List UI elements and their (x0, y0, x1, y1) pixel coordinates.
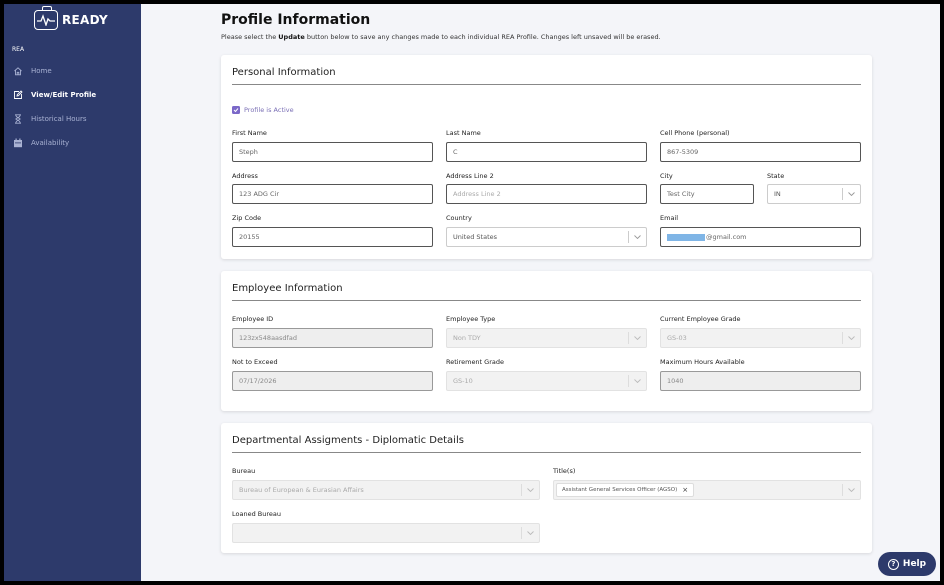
zip-code-field[interactable]: 20155 (232, 227, 433, 247)
bureau-select[interactable]: Bureau of European & Eurasian Affairs (232, 480, 540, 500)
question-icon: ? (887, 558, 899, 570)
email-label: Email (660, 214, 679, 222)
departmental-assignments-card: Departmental Assigments - Diplomatic Det… (221, 423, 872, 553)
sidebar: READY REA Home View/Edit Profile Histori… (4, 4, 141, 581)
redacted-text (667, 233, 705, 241)
app-window: READY REA Home View/Edit Profile Histori… (4, 4, 940, 581)
retirement-grade-value: GS-10 (453, 377, 473, 385)
card-title: Departmental Assigments - Diplomatic Det… (232, 435, 464, 446)
title-chip-label: Assistant General Services Officer (AGSO… (562, 487, 678, 493)
max-hours-label: Maximum Hours Available (660, 358, 745, 366)
country-label: Country (446, 214, 472, 222)
sidebar-item-label: Historical Hours (31, 115, 87, 123)
chevron-down-icon (628, 375, 646, 387)
sidebar-section-label: REA (12, 46, 25, 53)
not-to-exceed-label: Not to Exceed (232, 358, 278, 366)
card-title: Employee Information (232, 283, 343, 294)
retirement-grade-select[interactable]: GS-10 (446, 371, 647, 391)
state-select[interactable]: IN (767, 184, 861, 204)
employee-type-value: Non TDY (453, 334, 481, 342)
sidebar-item-historical-hours[interactable]: Historical Hours (13, 112, 87, 126)
chevron-down-icon (521, 527, 539, 539)
chevron-down-icon (842, 484, 860, 496)
title-chip: Assistant General Services Officer (AGSO… (556, 483, 695, 497)
hourglass-icon (13, 114, 23, 124)
sidebar-item-view-edit-profile[interactable]: View/Edit Profile (13, 88, 96, 102)
chevron-down-icon (521, 484, 539, 496)
profile-active-label: Profile is Active (244, 106, 294, 114)
sidebar-item-label: View/Edit Profile (31, 91, 97, 99)
profile-active-checkbox[interactable]: Profile is Active (232, 106, 294, 114)
current-grade-select[interactable]: GS-03 (660, 328, 861, 348)
first-name-field[interactable]: Steph (232, 142, 433, 162)
employee-id-label: Employee ID (232, 315, 274, 323)
address-line-2-field[interactable]: Address Line 2 (446, 184, 647, 204)
chevron-down-icon (628, 332, 646, 344)
app-logo[interactable]: READY (34, 6, 109, 31)
loaned-bureau-select[interactable] (232, 523, 540, 543)
divider (232, 300, 861, 301)
employee-id-field[interactable]: 123zx548aasdfad (232, 328, 433, 348)
state-label: State (767, 172, 785, 180)
bureau-label: Bureau (232, 467, 256, 475)
titles-multiselect[interactable]: Assistant General Services Officer (AGSO… (553, 480, 861, 500)
remove-chip-icon[interactable]: × (682, 486, 688, 494)
employee-type-label: Employee Type (446, 315, 496, 323)
chevron-down-icon (628, 231, 646, 243)
divider (232, 84, 861, 85)
city-label: City (660, 172, 673, 180)
app-name: READY (62, 13, 109, 27)
page-title: Profile Information (221, 12, 371, 28)
first-name-label: First Name (232, 129, 267, 137)
address-label: Address (232, 172, 258, 180)
last-name-label: Last Name (446, 129, 481, 137)
zip-code-label: Zip Code (232, 214, 262, 222)
address-line-2-label: Address Line 2 (446, 172, 494, 180)
edit-icon (13, 90, 23, 100)
employee-information-card: Employee Information Employee ID 123zx54… (221, 271, 872, 411)
bureau-value: Bureau of European & Eurasian Affairs (239, 486, 364, 494)
card-title: Personal Information (232, 67, 336, 78)
divider (232, 452, 861, 453)
chevron-down-icon (842, 188, 860, 200)
email-field[interactable]: @gmail.com (660, 227, 861, 247)
main-content: Profile Information Please select the Up… (141, 4, 940, 581)
sidebar-item-label: Home (31, 67, 52, 75)
personal-information-card: Personal Information Profile is Active F… (221, 55, 872, 259)
sidebar-item-label: Availability (31, 139, 70, 147)
loaned-bureau-label: Loaned Bureau (232, 510, 281, 518)
state-value: IN (774, 190, 781, 198)
employee-type-select[interactable]: Non TDY (446, 328, 647, 348)
current-grade-label: Current Employee Grade (660, 315, 741, 323)
cell-phone-field[interactable]: 867-5309 (660, 142, 861, 162)
country-value: United States (453, 233, 498, 241)
help-button[interactable]: ? Help (878, 552, 936, 576)
help-label: Help (902, 559, 927, 569)
max-hours-field[interactable]: 1040 (660, 371, 861, 391)
not-to-exceed-field[interactable]: 07/17/2026 (232, 371, 433, 391)
titles-label: Title(s) (553, 467, 576, 475)
cell-phone-label: Cell Phone (personal) (660, 129, 730, 137)
home-icon (13, 66, 23, 76)
briefcase-logo-icon (34, 6, 58, 30)
retirement-grade-label: Retirement Grade (446, 358, 504, 366)
sidebar-item-home[interactable]: Home (13, 64, 52, 78)
chevron-down-icon (842, 332, 860, 344)
page-subtitle: Please select the Update button below to… (221, 33, 661, 41)
city-field[interactable]: Test City (660, 184, 754, 204)
country-select[interactable]: United States (446, 227, 647, 247)
email-value: @gmail.com (706, 233, 747, 241)
current-grade-value: GS-03 (667, 334, 687, 342)
calendar-icon (13, 138, 23, 148)
last-name-field[interactable]: C (446, 142, 647, 162)
address-field[interactable]: 123 ADG Cir (232, 184, 433, 204)
sidebar-item-availability[interactable]: Availability (13, 136, 69, 150)
checkbox-checked-icon (232, 106, 240, 114)
